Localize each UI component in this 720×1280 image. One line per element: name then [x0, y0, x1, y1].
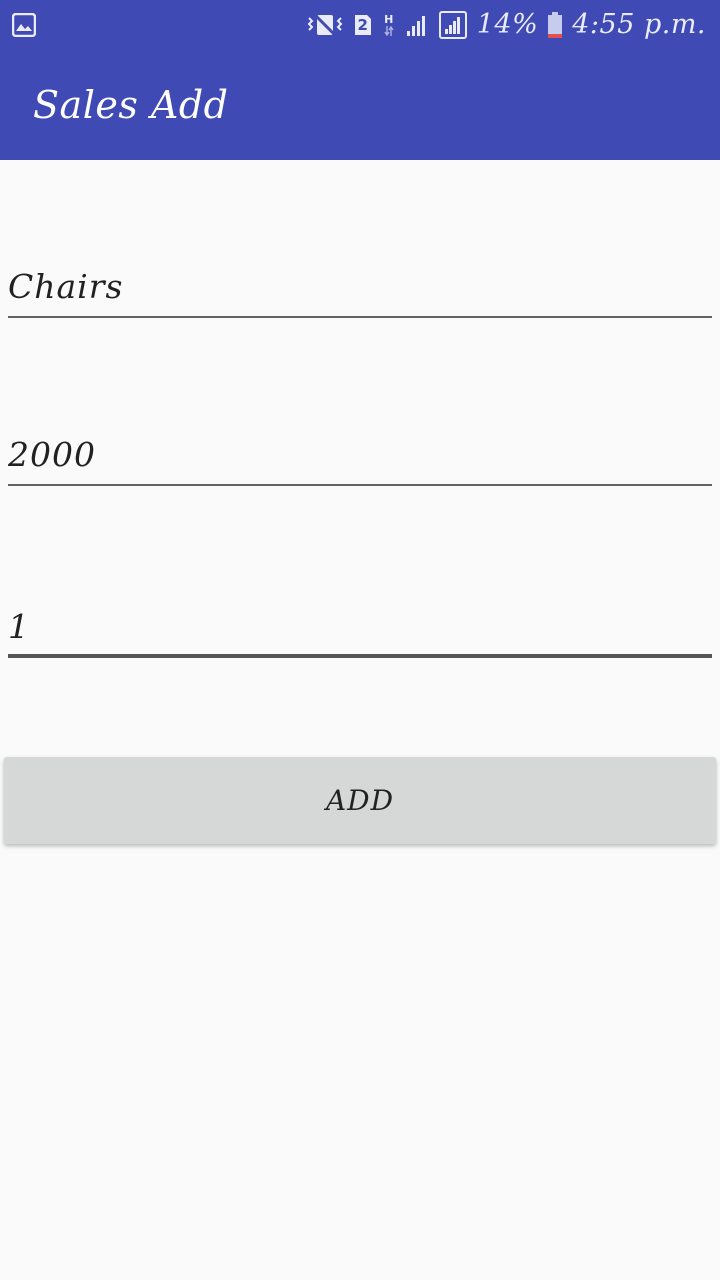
sim2-icon: 2 — [353, 13, 373, 37]
clock: 4:55 p.m. — [572, 9, 706, 40]
product-name-field[interactable] — [8, 258, 712, 318]
battery-percent: 14% — [476, 9, 539, 40]
app-bar: Sales Add — [0, 50, 720, 160]
page-title: Sales Add — [33, 83, 229, 127]
status-bar: 2 H 14% 4:55 p.m. — [0, 0, 720, 50]
vibrate-mute-icon — [307, 12, 343, 38]
signal-icon — [405, 13, 429, 37]
network-type: H — [384, 13, 394, 26]
price-input[interactable] — [8, 426, 712, 482]
add-button[interactable]: ADD — [4, 757, 716, 844]
battery-icon — [548, 12, 563, 38]
quantity-input[interactable] — [8, 598, 712, 654]
price-underline — [8, 484, 712, 486]
status-icons: 2 H 14% 4:55 p.m. — [307, 6, 706, 44]
quantity-field[interactable] — [8, 598, 712, 658]
quantity-underline — [8, 654, 712, 658]
price-field[interactable] — [8, 426, 712, 486]
product-name-input[interactable] — [8, 258, 712, 314]
gallery-notification-icon — [12, 13, 36, 37]
h-data-icon: H — [383, 14, 395, 36]
signal-icon-2 — [438, 11, 467, 39]
product-name-underline — [8, 316, 712, 318]
sim-badge: 2 — [357, 16, 368, 34]
